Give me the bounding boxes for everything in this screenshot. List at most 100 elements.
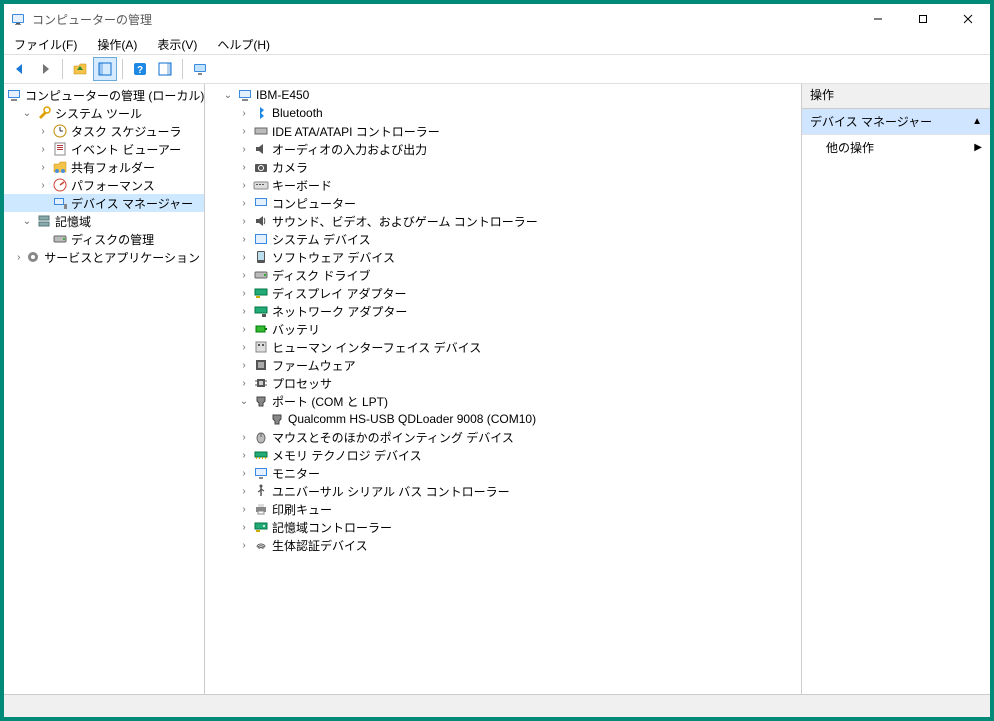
- tree-system-tools[interactable]: ⌄ システム ツール: [4, 104, 204, 122]
- device-label: プロセッサ: [272, 375, 332, 392]
- expand-icon[interactable]: ›: [36, 142, 50, 156]
- expand-icon[interactable]: ›: [237, 520, 251, 534]
- tree-task-scheduler[interactable]: › タスク スケジューラ: [4, 122, 204, 140]
- actions-item-other[interactable]: 他の操作 ▶: [802, 135, 990, 160]
- device-root[interactable]: ⌄ IBM-E450: [205, 86, 801, 104]
- expand-icon[interactable]: ›: [237, 178, 251, 192]
- device-tree-pane[interactable]: ⌄ IBM-E450 ›Bluetooth ›IDE ATA/ATAPI コント…: [205, 84, 802, 694]
- tree-shared-folders[interactable]: › 共有フォルダー: [4, 158, 204, 176]
- nav-forward-button[interactable]: [33, 57, 57, 81]
- minimize-button[interactable]: [855, 4, 900, 34]
- nav-back-button[interactable]: [8, 57, 32, 81]
- expand-icon[interactable]: ›: [237, 250, 251, 264]
- device-memory-tech[interactable]: › メモリ テクノロジ デバイス: [205, 446, 801, 464]
- maximize-button[interactable]: [900, 4, 945, 34]
- collapse-icon[interactable]: ⌄: [221, 88, 235, 102]
- device-keyboard[interactable]: ›キーボード: [205, 176, 801, 194]
- action-pane-button[interactable]: [153, 57, 177, 81]
- actions-section-label: デバイス マネージャー: [810, 113, 932, 130]
- expand-icon[interactable]: ›: [237, 448, 251, 462]
- collapse-icon[interactable]: ⌄: [237, 394, 251, 408]
- display-adapter-icon: [253, 285, 269, 301]
- expand-icon[interactable]: ›: [36, 124, 50, 138]
- expand-icon[interactable]: ›: [237, 196, 251, 210]
- biometric-icon: [253, 537, 269, 553]
- svg-text:?: ?: [137, 65, 143, 76]
- collapse-icon[interactable]: ⌄: [20, 214, 34, 228]
- monitor-icon: [253, 465, 269, 481]
- device-biometric[interactable]: ›生体認証デバイス: [205, 536, 801, 554]
- tree-storage[interactable]: ⌄ 記憶域: [4, 212, 204, 230]
- expand-icon[interactable]: ›: [237, 466, 251, 480]
- tree-root[interactable]: コンピューターの管理 (ローカル): [4, 86, 204, 104]
- device-usb[interactable]: ›ユニバーサル シリアル バス コントローラー: [205, 482, 801, 500]
- toolbar-separator: [62, 59, 63, 79]
- console-tree-pane[interactable]: コンピューターの管理 (ローカル) ⌄ システム ツール › タスク スケジュー…: [4, 84, 205, 694]
- expand-icon[interactable]: ›: [237, 322, 251, 336]
- expand-icon[interactable]: ›: [14, 250, 23, 264]
- collapse-icon[interactable]: ⌄: [20, 106, 34, 120]
- expand-icon[interactable]: ›: [36, 160, 50, 174]
- help-button[interactable]: ?: [128, 57, 152, 81]
- device-hid[interactable]: ›ヒューマン インターフェイス デバイス: [205, 338, 801, 356]
- expand-icon[interactable]: ›: [237, 142, 251, 156]
- up-level-button[interactable]: [68, 57, 92, 81]
- expand-icon[interactable]: ›: [237, 538, 251, 552]
- device-print-queues[interactable]: ›印刷キュー: [205, 500, 801, 518]
- device-sound-video-game[interactable]: › サウンド、ビデオ、およびゲーム コントローラー: [205, 212, 801, 230]
- device-audio-io[interactable]: ›オーディオの入力および出力: [205, 140, 801, 158]
- monitor-button[interactable]: [188, 57, 212, 81]
- menubar: ファイル(F) 操作(A) 表示(V) ヘルプ(H): [4, 34, 990, 55]
- menu-file[interactable]: ファイル(F): [10, 34, 81, 55]
- menu-view[interactable]: 表示(V): [153, 34, 201, 55]
- expand-icon[interactable]: ›: [237, 106, 251, 120]
- device-label: サウンド、ビデオ、およびゲーム コントローラー: [272, 213, 538, 230]
- close-button[interactable]: [945, 4, 990, 34]
- expand-icon[interactable]: ›: [237, 430, 251, 444]
- device-battery[interactable]: ›バッテリ: [205, 320, 801, 338]
- expand-icon[interactable]: ›: [237, 268, 251, 282]
- expand-icon[interactable]: ›: [237, 304, 251, 318]
- expand-icon[interactable]: ›: [237, 124, 251, 138]
- tree-label: 記憶域: [55, 213, 91, 230]
- expand-icon[interactable]: ›: [237, 502, 251, 516]
- device-system-devices[interactable]: ›システム デバイス: [205, 230, 801, 248]
- camera-icon: [253, 159, 269, 175]
- show-hide-tree-button[interactable]: [93, 57, 117, 81]
- tree-services-apps[interactable]: › サービスとアプリケーション: [4, 248, 204, 266]
- actions-section-device-manager[interactable]: デバイス マネージャー ▲: [802, 109, 990, 135]
- device-storage-controllers[interactable]: ›記憶域コントローラー: [205, 518, 801, 536]
- device-display-adapters[interactable]: ›ディスプレイ アダプター: [205, 284, 801, 302]
- device-ports[interactable]: ⌄ポート (COM と LPT): [205, 392, 801, 410]
- device-software-devices[interactable]: ›ソフトウェア デバイス: [205, 248, 801, 266]
- device-port-item[interactable]: Qualcomm HS-USB QDLoader 9008 (COM10): [205, 410, 801, 428]
- expand-icon[interactable]: ›: [237, 286, 251, 300]
- toolbar-separator: [182, 59, 183, 79]
- tree-performance[interactable]: › パフォーマンス: [4, 176, 204, 194]
- expand-icon[interactable]: ›: [237, 214, 251, 228]
- menu-help[interactable]: ヘルプ(H): [213, 34, 274, 55]
- expand-icon[interactable]: ›: [237, 358, 251, 372]
- expand-icon[interactable]: ›: [237, 340, 251, 354]
- device-mice[interactable]: ›マウスとそのほかのポインティング デバイス: [205, 428, 801, 446]
- device-computer[interactable]: ›コンピューター: [205, 194, 801, 212]
- device-network-adapters[interactable]: ›ネットワーク アダプター: [205, 302, 801, 320]
- device-ide[interactable]: ›IDE ATA/ATAPI コントローラー: [205, 122, 801, 140]
- expand-icon[interactable]: ›: [237, 232, 251, 246]
- tree-event-viewer[interactable]: › イベント ビューアー: [4, 140, 204, 158]
- actions-item-label: 他の操作: [826, 139, 874, 156]
- device-bluetooth[interactable]: ›Bluetooth: [205, 104, 801, 122]
- device-disk-drives[interactable]: ›ディスク ドライブ: [205, 266, 801, 284]
- device-monitors[interactable]: ›モニター: [205, 464, 801, 482]
- expand-icon[interactable]: ›: [36, 178, 50, 192]
- device-camera[interactable]: ›カメラ: [205, 158, 801, 176]
- tree-disk-mgmt[interactable]: ディスクの管理: [4, 230, 204, 248]
- tree-device-manager[interactable]: デバイス マネージャー: [4, 194, 204, 212]
- device-processors[interactable]: › プロセッサ: [205, 374, 801, 392]
- menu-action[interactable]: 操作(A): [93, 34, 141, 55]
- expand-icon[interactable]: ›: [237, 376, 251, 390]
- device-firmware[interactable]: ›ファームウェア: [205, 356, 801, 374]
- expand-icon[interactable]: ›: [237, 160, 251, 174]
- expand-icon[interactable]: ›: [237, 484, 251, 498]
- device-label: メモリ テクノロジ デバイス: [272, 447, 422, 464]
